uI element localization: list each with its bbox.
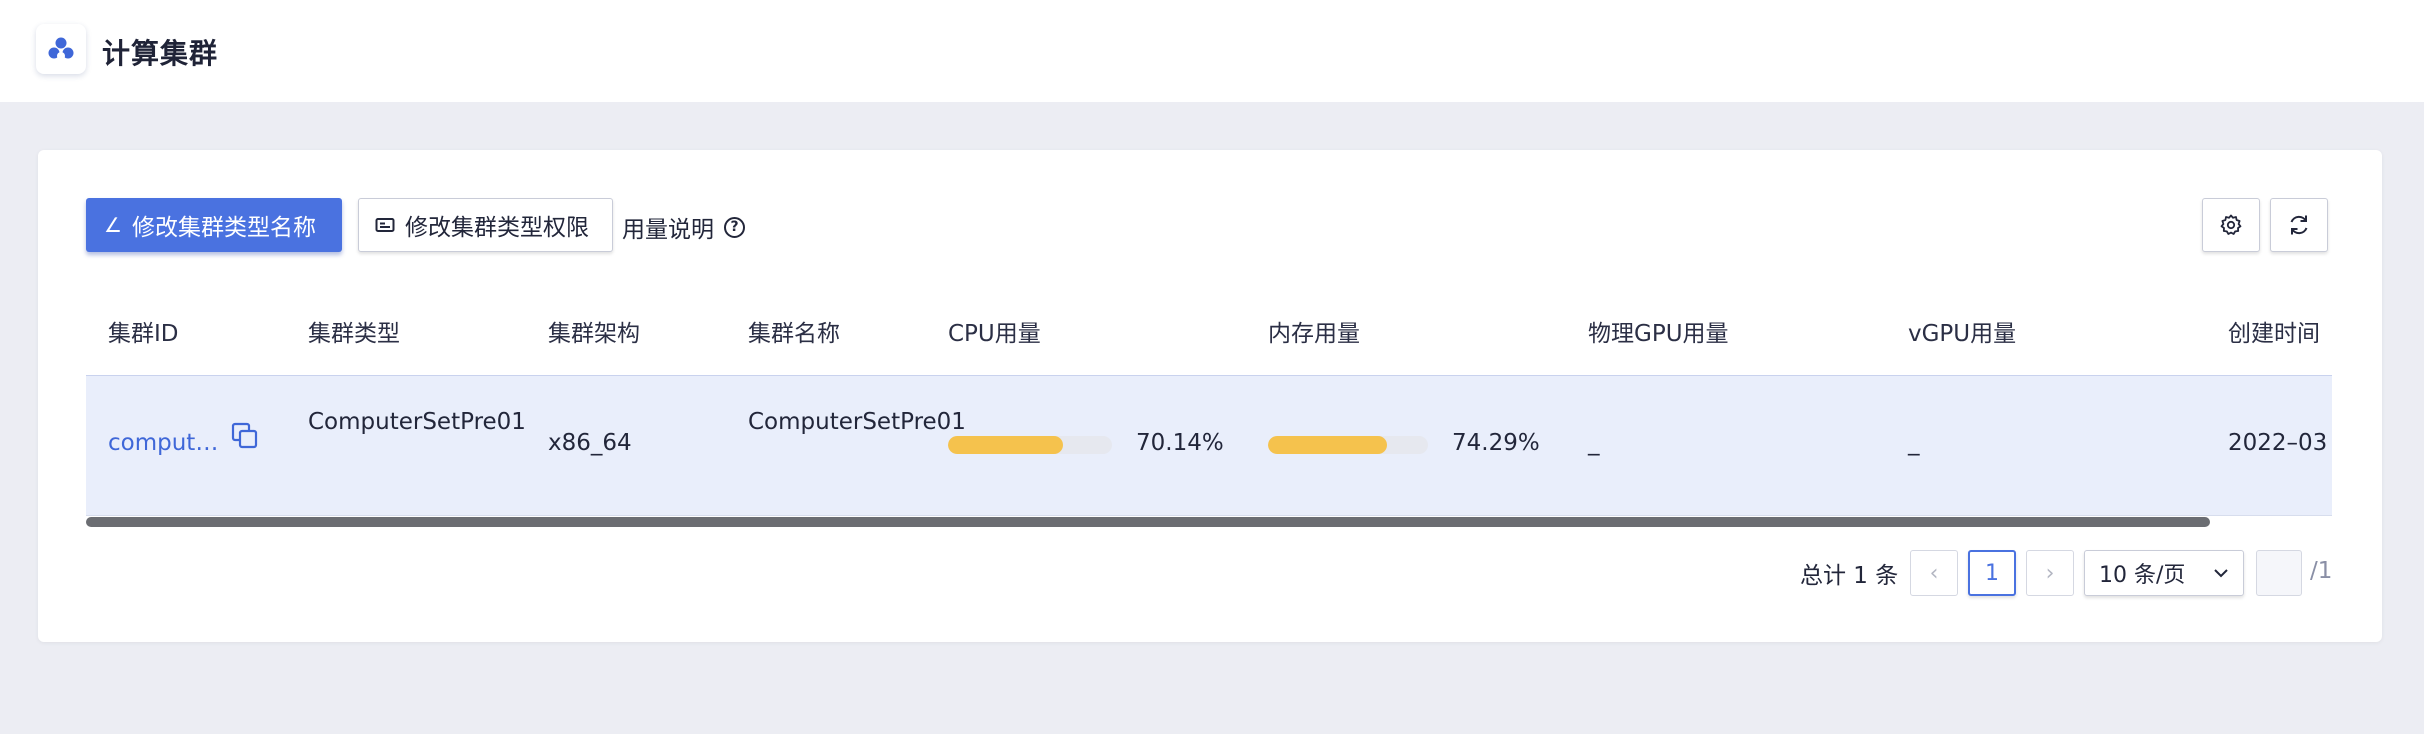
usage-note-link[interactable]: 用量说明 ? — [622, 210, 745, 244]
edit-cluster-permission-button[interactable]: 修改集群类型权限 — [358, 198, 613, 252]
column-header-cluster-arch: 集群架构 — [548, 321, 640, 347]
page-size-select[interactable]: 10 条/页 — [2084, 550, 2244, 596]
current-page-button[interactable]: 1 — [1968, 550, 2016, 596]
page-title: 计算集群 — [102, 37, 219, 70]
physical-gpu-usage-cell: _ — [1588, 430, 1600, 456]
next-page-button[interactable]: › — [2026, 550, 2074, 596]
column-header-physical-gpu-usage: 物理GPU用量 — [1588, 321, 1729, 347]
cluster-type-cell: ComputerSetPre01 — [308, 409, 526, 435]
column-header-created-time: 创建时间 — [2228, 321, 2320, 347]
column-header-cluster-name: 集群名称 — [748, 321, 840, 347]
refresh-button[interactable] — [2270, 198, 2328, 252]
jump-page-input[interactable] — [2256, 550, 2302, 596]
column-header-vgpu-usage: vGPU用量 — [1908, 321, 2017, 347]
page-size-value: 10 条/页 — [2099, 563, 2186, 588]
column-header-cpu-usage: CPU用量 — [948, 321, 1041, 347]
settings-button[interactable] — [2202, 198, 2260, 252]
table-header: 集群ID 集群类型 集群架构 集群名称 CPU用量 内存用量 物理GPU用量 v… — [86, 284, 2332, 376]
cpu-usage-fill — [948, 436, 1064, 454]
column-header-cluster-type: 集群类型 — [308, 321, 400, 347]
cluster-logo-icon — [36, 24, 86, 74]
column-header-cluster-id: 集群ID — [108, 321, 179, 347]
usage-note-label: 用量说明 — [622, 217, 714, 243]
edit-icon: ∠ — [104, 213, 122, 237]
created-time-cell: 2022–03 — [2228, 430, 2328, 456]
memory-usage-bar — [1268, 436, 1428, 454]
table-row[interactable]: comput… ComputerSetPre01 x86_64 Computer… — [86, 376, 2332, 516]
cluster-name-cell: ComputerSetPre01 — [748, 409, 966, 435]
gear-icon — [2220, 214, 2242, 235]
column-header-memory-usage: 内存用量 — [1268, 321, 1360, 347]
cluster-table: 集群ID 集群类型 集群架构 集群名称 CPU用量 内存用量 物理GPU用量 v… — [86, 284, 2332, 517]
cluster-panel: ∠ 修改集群类型名称 修改集群类型权限 用量说明 ? 集群ID 集群类型 集群架… — [38, 150, 2382, 642]
help-icon: ? — [724, 216, 745, 238]
memory-usage-fill — [1268, 436, 1387, 454]
cpu-usage-label: 70.14% — [1136, 430, 1224, 456]
copy-icon[interactable] — [231, 422, 259, 450]
top-header: 计算集群 — [0, 0, 2424, 102]
scrollbar-thumb[interactable] — [86, 517, 2210, 527]
permission-icon — [375, 216, 395, 234]
horizontal-scrollbar[interactable] — [86, 517, 2332, 529]
rename-cluster-type-button[interactable]: ∠ 修改集群类型名称 — [86, 198, 342, 252]
permission-button-label: 修改集群类型权限 — [405, 215, 589, 241]
memory-usage-label: 74.29% — [1452, 430, 1540, 456]
refresh-icon — [2290, 215, 2308, 235]
rename-button-label: 修改集群类型名称 — [131, 215, 316, 241]
pagination-total: 总计 1 条 — [1800, 563, 1899, 589]
chevron-down-icon — [2214, 569, 2228, 578]
cluster-arch-cell: x86_64 — [548, 430, 632, 456]
cpu-usage-bar — [948, 436, 1112, 454]
vgpu-usage-cell: _ — [1908, 430, 1920, 456]
cluster-id-link[interactable]: comput… — [108, 430, 218, 456]
total-pages-label: /1 — [2310, 558, 2333, 584]
prev-page-button[interactable]: ‹ — [1910, 550, 1958, 596]
